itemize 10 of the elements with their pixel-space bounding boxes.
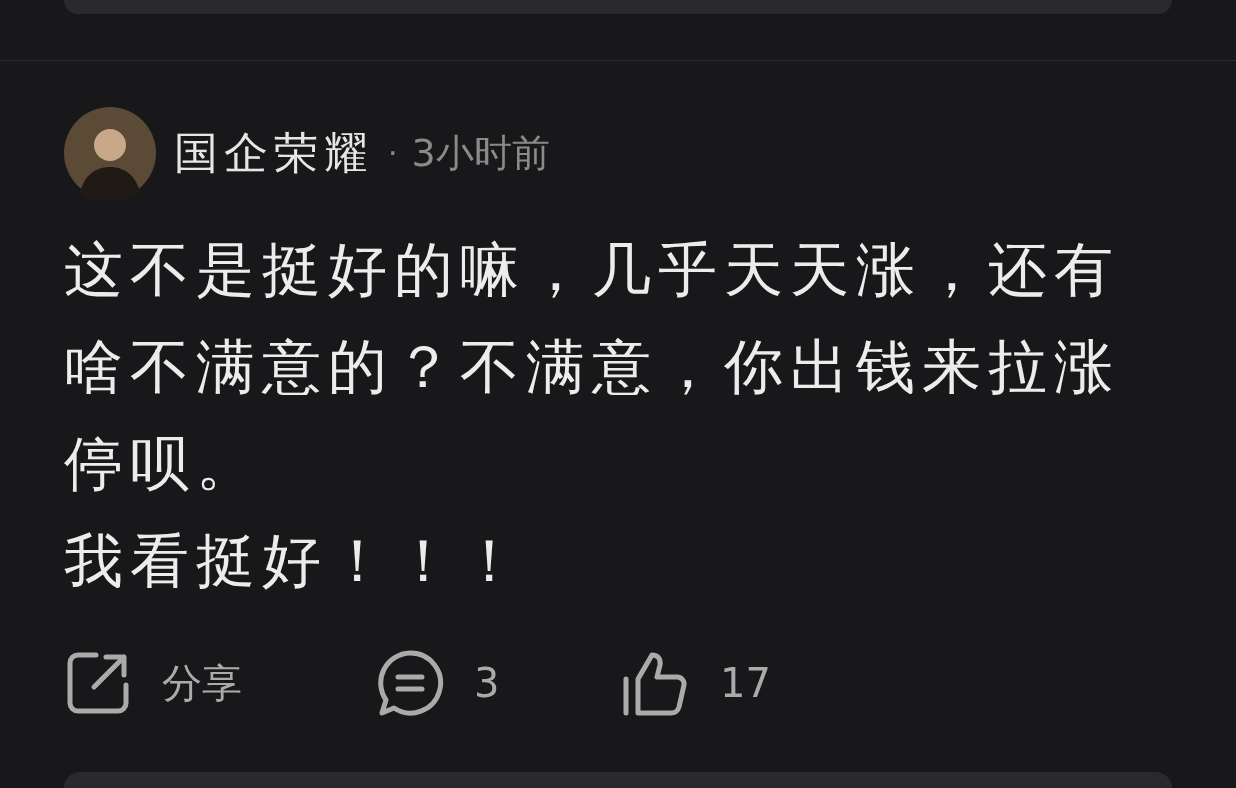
share-label[interactable]: 分享 [162, 655, 242, 711]
comment-text: 这不是挺好的嘛，几乎天天涨，还有啥不满意的？不满意，你出钱来拉涨停呗。 [64, 234, 1121, 500]
comment-text: 我看挺好！！！ [64, 525, 527, 597]
separator-dot: · [388, 135, 398, 171]
author-name[interactable]: 国企荣耀 [174, 123, 374, 183]
like-count[interactable]: 17 [720, 660, 771, 706]
avatar[interactable] [64, 107, 156, 199]
post-time: 3小时前 [411, 129, 550, 177]
comment-count[interactable]: 3 [474, 660, 500, 706]
comment-icon[interactable] [376, 649, 444, 717]
